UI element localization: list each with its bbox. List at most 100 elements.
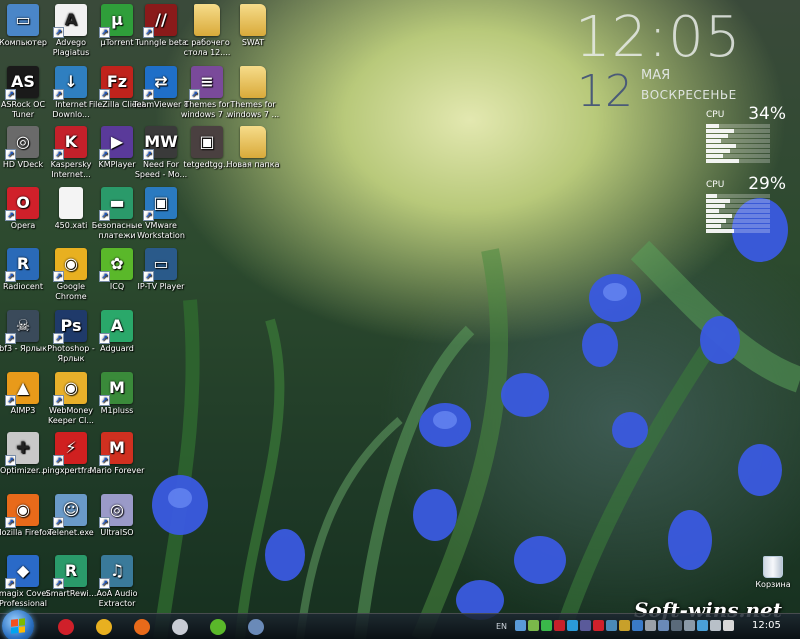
desktop-icon[interactable]: ▣ ↗ VMware Workstation <box>130 187 192 241</box>
icon-glyph: Fz <box>106 72 128 91</box>
cpu-gadget-1[interactable]: CPU 34% <box>704 104 786 168</box>
icon-glyph: // <box>155 10 167 29</box>
shortcut-arrow-icon: ↗ <box>143 210 154 221</box>
update-icon[interactable] <box>619 620 630 631</box>
monitor-icon[interactable] <box>658 620 669 631</box>
utorrent-tray-icon[interactable] <box>541 620 552 631</box>
recycle-bin[interactable]: Корзина <box>748 556 798 589</box>
shortcut-arrow-icon: ↗ <box>143 149 154 160</box>
teamviewer-icon: ⇄ ↗ <box>143 66 177 100</box>
volume-icon[interactable] <box>528 620 539 631</box>
clock-weekday: ВОСКРЕСЕНЬЕ <box>641 88 737 102</box>
icon-glyph: ▣ <box>153 193 169 212</box>
icon-glyph: M <box>109 378 125 397</box>
iptv-icon <box>248 619 264 635</box>
opera-icon: O ↗ <box>5 187 39 221</box>
desktop-icon[interactable]: SWAT <box>222 4 284 48</box>
icon-glyph: ◆ <box>16 561 30 580</box>
icon-glyph: ☠ <box>15 316 31 335</box>
desktop-icon[interactable]: Themes for windows 7 ... <box>222 66 284 120</box>
icq-icon <box>210 619 226 635</box>
cpu-bar-row <box>706 154 770 158</box>
advego-icon: A ↗ <box>53 4 87 38</box>
windows-start-icon <box>11 618 25 634</box>
skype-tray-icon[interactable] <box>567 620 578 631</box>
network-icon[interactable] <box>515 620 526 631</box>
shortcut-arrow-icon: ↗ <box>99 455 110 466</box>
folder-icon <box>240 4 266 36</box>
icon-glyph: ▭ <box>153 254 169 273</box>
cpu-bar-row <box>706 129 770 133</box>
shortcut-arrow-icon: ↗ <box>99 517 110 528</box>
taskbar-item[interactable] <box>86 616 122 638</box>
mario-icon: M ↗ <box>99 432 133 466</box>
mail-icon <box>172 619 188 635</box>
desktop-icon[interactable]: A ↗ Adguard <box>86 310 148 354</box>
icon-glyph: ▬ <box>109 193 125 212</box>
desktop-icon[interactable]: ◎ ↗ UltraISO <box>86 494 148 538</box>
sound-icon[interactable] <box>645 620 656 631</box>
icon-glyph: ▶ <box>110 132 124 151</box>
kaspersky-icon: K ↗ <box>53 126 87 160</box>
clock-time: 12:05 <box>575 5 742 70</box>
taskbar-item[interactable] <box>162 616 198 638</box>
cpu-bar-row <box>706 149 770 153</box>
shortcut-arrow-icon: ↗ <box>99 395 110 406</box>
wifi-icon[interactable] <box>710 620 721 631</box>
ru-tray-icon[interactable] <box>580 620 591 631</box>
shortcut-arrow-icon: ↗ <box>99 27 110 38</box>
icon-glyph: O <box>16 193 30 212</box>
chat-icon[interactable] <box>697 620 708 631</box>
desktop-icon[interactable]: M ↗ Mario Forever <box>86 432 148 476</box>
shortcut-arrow-icon: ↗ <box>5 210 16 221</box>
printer-icon[interactable] <box>684 620 695 631</box>
icon-glyph: ◉ <box>64 254 78 273</box>
icon-glyph: AS <box>11 72 35 91</box>
cpu-bar-row <box>706 224 770 228</box>
clock-gadget[interactable]: 12:05 12 МАЯ ВОСКРЕСЕНЬЕ <box>575 5 755 118</box>
shield-tray-icon[interactable] <box>606 620 617 631</box>
icon-glyph: R <box>16 254 30 273</box>
desktop-icon-label: VMware Workstation <box>137 221 185 240</box>
cpu-gadget-2[interactable]: CPU 29% <box>704 174 786 238</box>
desktop-icon[interactable]: ▭ ↗ IP-TV Player <box>130 248 192 292</box>
desktop-icon[interactable]: ♫ ↗ AoA Audio Extractor <box>86 555 148 609</box>
desktop-icon-label: Mario Forever <box>89 466 145 475</box>
firefox-icon <box>134 619 150 635</box>
kaspersky-tray-icon[interactable] <box>554 620 565 631</box>
language-indicator[interactable]: EN <box>496 622 507 631</box>
vmware-icon: ▣ ↗ <box>143 187 177 221</box>
flag-icon[interactable] <box>632 620 643 631</box>
recycle-bin-label: Корзина <box>755 580 791 589</box>
desktop-icon[interactable]: Новая папка <box>222 126 284 170</box>
desktop-icon-label: SWAT <box>241 38 265 47</box>
clock-day: 12 <box>577 66 633 117</box>
nfs-icon: MW ↗ <box>143 126 178 160</box>
pingxpert-icon: ⚡ ↗ <box>53 432 87 466</box>
icon-glyph: ☺ <box>62 500 80 519</box>
taskbar-item[interactable] <box>238 616 274 638</box>
shortcut-arrow-icon: ↗ <box>53 395 64 406</box>
file-icon <box>59 187 83 219</box>
cpu-bar-row <box>706 134 770 138</box>
shortcut-arrow-icon: ↗ <box>53 455 64 466</box>
ultraiso-icon: ◎ ↗ <box>99 494 133 528</box>
kmplayer-icon: ▶ ↗ <box>99 126 133 160</box>
opera-tray-icon[interactable] <box>593 620 604 631</box>
bf3-icon: ☠ ↗ <box>5 310 39 344</box>
start-button[interactable] <box>2 610 34 639</box>
photoshop-icon: Ps ↗ <box>53 310 87 344</box>
taskbar-item[interactable] <box>124 616 160 638</box>
speaker-icon[interactable] <box>723 620 734 631</box>
cpu-bar-row <box>706 229 770 233</box>
taskbar-clock[interactable]: 12:05 <box>752 620 781 631</box>
cpu-label: CPU <box>706 110 725 120</box>
shortcut-arrow-icon: ↗ <box>5 89 16 100</box>
icq-icon: ✿ ↗ <box>99 248 133 282</box>
power-icon[interactable] <box>671 620 682 631</box>
taskbar-item[interactable] <box>200 616 236 638</box>
shortcut-arrow-icon: ↗ <box>5 578 16 589</box>
icon-glyph: ◎ <box>110 500 124 519</box>
desktop-icon[interactable]: M ↗ M1pluss <box>86 372 148 416</box>
taskbar-item[interactable] <box>48 616 84 638</box>
